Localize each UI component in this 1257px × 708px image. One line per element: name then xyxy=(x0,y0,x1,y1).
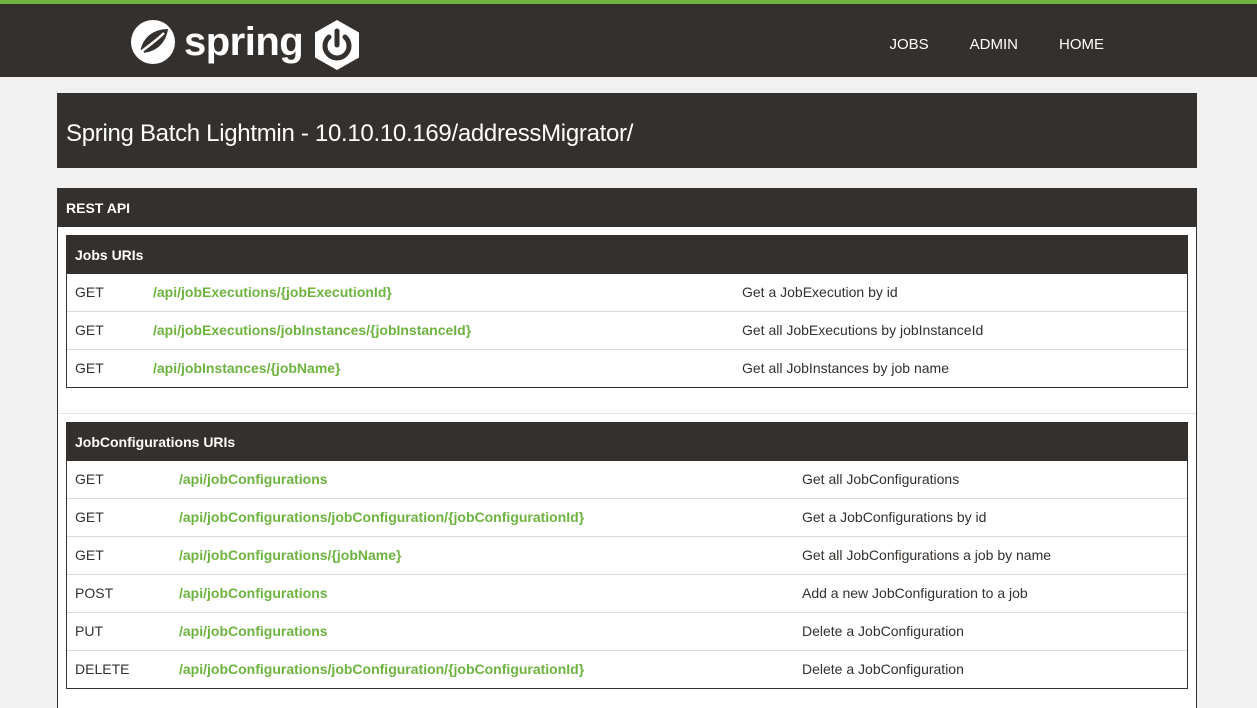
jobs-uris-heading: Jobs URIs xyxy=(67,236,1187,274)
http-method: DELETE xyxy=(75,661,130,677)
table-row: POST /api/jobConfigurations Add a new Jo… xyxy=(67,574,1187,612)
table-row: DELETE /api/jobConfigurations/jobConfigu… xyxy=(67,650,1187,688)
uri-description: Get a JobConfigurations by id xyxy=(802,509,987,525)
table-row: GET /api/jobConfigurations/{jobName} Get… xyxy=(67,536,1187,574)
spring-logo[interactable]: spring xyxy=(130,18,304,66)
http-method: GET xyxy=(75,284,104,300)
table-row: GET /api/jobExecutions/jobInstances/{job… xyxy=(67,311,1187,349)
table-row: GET /api/jobConfigurations/jobConfigurat… xyxy=(67,498,1187,536)
uri-description: Get all JobConfigurations a job by name xyxy=(802,547,1052,563)
uri-link[interactable]: /api/jobConfigurations/jobConfiguration/… xyxy=(179,651,584,688)
table-row: PUT /api/jobConfigurations Delete a JobC… xyxy=(67,612,1187,650)
table-row: GET /api/jobExecutions/{jobExecutionId} … xyxy=(67,274,1187,311)
uri-description: Get all JobExecutions by jobInstanceId xyxy=(742,322,984,338)
uri-link[interactable]: /api/jobConfigurations xyxy=(179,575,328,612)
http-method: GET xyxy=(75,547,104,563)
uri-description: Get all JobInstances by job name xyxy=(742,360,950,376)
http-method: GET xyxy=(75,360,104,376)
uri-link[interactable]: /api/jobConfigurations xyxy=(179,613,328,650)
uri-link[interactable]: /api/jobExecutions/{jobExecutionId} xyxy=(153,274,392,311)
uri-link[interactable]: /api/jobInstances/{jobName} xyxy=(153,350,341,387)
http-method: PUT xyxy=(75,623,103,639)
top-navbar: spring JOBS ADMIN HOME xyxy=(0,0,1257,77)
uri-link[interactable]: /api/jobConfigurations/{jobName} xyxy=(179,537,401,574)
table-row: GET /api/jobInstances/{jobName} Get all … xyxy=(67,349,1187,387)
http-method: GET xyxy=(75,322,104,338)
uri-description: Delete a JobConfiguration xyxy=(802,661,964,677)
http-method: GET xyxy=(75,509,104,525)
page-title-panel: Spring Batch Lightmin - 10.10.10.169/add… xyxy=(57,93,1197,168)
nav-admin-link[interactable]: ADMIN xyxy=(970,35,1018,55)
spring-leaf-icon xyxy=(131,20,175,64)
uri-description: Get all JobConfigurations xyxy=(802,471,960,487)
uri-description: Add a new JobConfiguration to a job xyxy=(802,585,1028,601)
nav-jobs-link[interactable]: JOBS xyxy=(889,35,928,55)
jobconfigurations-uris-table: JobConfigurations URIs GET /api/jobConfi… xyxy=(66,422,1188,689)
spring-boot-power-icon xyxy=(315,20,359,70)
section-divider xyxy=(58,413,1196,414)
page-title: Spring Batch Lightmin - 10.10.10.169/add… xyxy=(66,120,634,147)
uri-link[interactable]: /api/jobExecutions/jobInstances/{jobInst… xyxy=(153,312,471,349)
http-method: POST xyxy=(75,585,114,601)
jobconfigurations-uris-heading: JobConfigurations URIs xyxy=(67,423,1187,461)
uri-link[interactable]: /api/jobConfigurations xyxy=(179,461,328,498)
uri-link[interactable]: /api/jobConfigurations/jobConfiguration/… xyxy=(179,499,584,536)
uri-description: Delete a JobConfiguration xyxy=(802,623,964,639)
uri-description: Get a JobExecution by id xyxy=(742,284,898,300)
jobs-uris-table: Jobs URIs GET /api/jobExecutions/{jobExe… xyxy=(66,235,1188,388)
table-row: GET /api/jobConfigurations Get all JobCo… xyxy=(67,461,1187,498)
http-method: GET xyxy=(75,471,104,487)
rest-api-heading: REST API xyxy=(58,189,1196,227)
rest-api-panel: REST API Jobs URIs GET /api/jobExecution… xyxy=(57,188,1197,708)
nav-home-link[interactable]: HOME xyxy=(1059,35,1104,55)
brand-name: spring xyxy=(184,20,304,64)
main-nav: JOBS ADMIN HOME xyxy=(848,35,1104,55)
